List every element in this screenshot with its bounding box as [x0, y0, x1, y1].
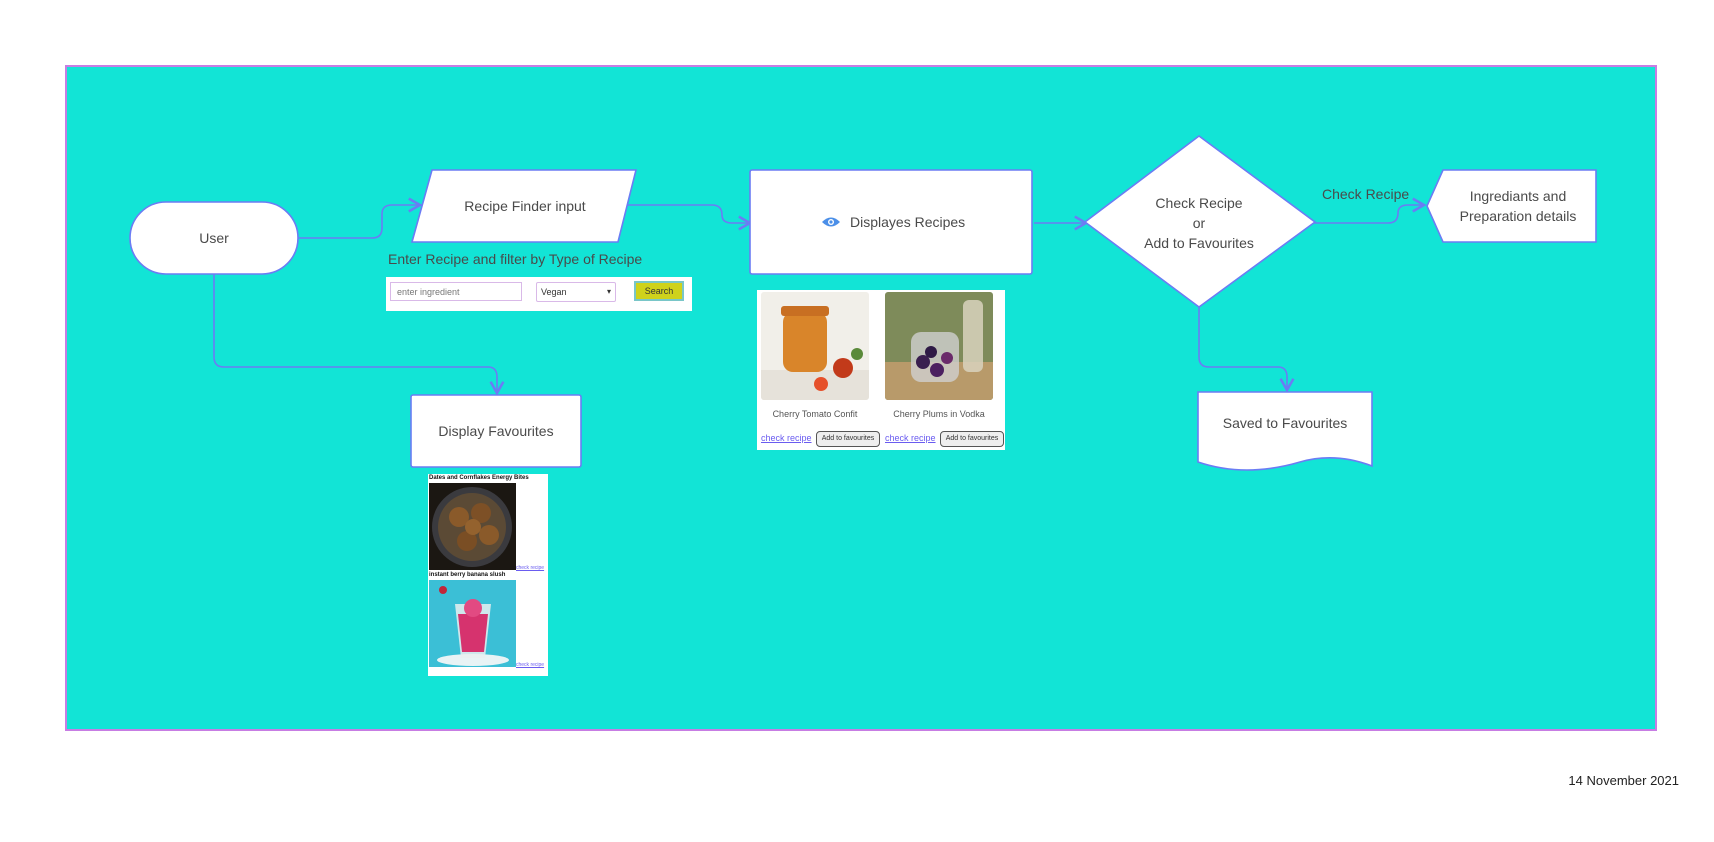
recipe-type-select[interactable]: Vegan ▾: [536, 282, 616, 302]
recipe-image: [885, 292, 993, 400]
favourite-image: [429, 483, 516, 570]
favourite-title: Dates and Cornflakes Energy Bites: [429, 475, 529, 481]
recipe-results-panel: Cherry Tomato Confit check recipe Add to…: [757, 290, 1005, 450]
displays-recipes-node: Displayes Recipes: [850, 170, 1032, 274]
recipe-type-value: Vegan: [541, 287, 567, 297]
display-favourites-node: Display Favourites: [438, 423, 554, 439]
ingredient-input[interactable]: enter ingredient: [390, 282, 522, 301]
chevron-down-icon: ▾: [606, 287, 611, 296]
search-button[interactable]: Search: [634, 281, 684, 301]
connector-decision-to-saved: [1198, 305, 1295, 393]
search-widget: enter ingredient Vegan ▾ Search: [386, 277, 692, 311]
decision-line-3: Add to Favourites: [1144, 235, 1254, 251]
footer-date: 14 November 2021: [1568, 773, 1679, 788]
recipe-finder-input-node: Recipe Finder input: [464, 198, 586, 214]
check-recipe-link[interactable]: check recipe: [885, 433, 936, 443]
favourite-check-recipe-link[interactable]: check recipe: [516, 565, 544, 571]
decision-line-1: Check Recipe: [1155, 195, 1243, 211]
connector-user-to-input: [298, 197, 423, 239]
ingredients-details-node: Ingrediants and Preparation details: [1440, 176, 1596, 236]
check-recipe-link[interactable]: check recipe: [761, 433, 812, 443]
details-line-1: Ingrediants and: [1469, 188, 1567, 204]
add-to-favourites-button[interactable]: Add to favourites: [940, 431, 1004, 447]
recipe-title: Cherry Tomato Confit: [772, 409, 858, 419]
decision-node: Check Recipe or Add to Favourites: [1110, 190, 1288, 256]
connector-input-to-display: [627, 204, 753, 231]
favourites-panel: Dates and Cornflakes Energy Bites check …: [428, 474, 548, 676]
recipe-image: [761, 292, 869, 400]
favourite-title: instant berry banana slush: [429, 572, 506, 578]
add-to-favourites-button[interactable]: Add to favourites: [816, 431, 880, 447]
decision-line-2: or: [1192, 215, 1206, 231]
connector-decision-to-details: [1312, 197, 1427, 224]
check-recipe-edge-label: Check Recipe: [1322, 186, 1410, 202]
user-node: User: [199, 230, 229, 246]
favourite-image: [429, 580, 516, 667]
recipe-card: Cherry Tomato Confit check recipe Add to…: [759, 290, 880, 450]
recipe-card: Cherry Plums in Vodka check recipe Add t…: [883, 290, 1004, 450]
favourite-check-recipe-link[interactable]: check recipe: [516, 662, 544, 668]
details-line-2: Preparation details: [1459, 208, 1577, 224]
saved-to-favourites-node: Saved to Favourites: [1222, 415, 1348, 431]
displays-recipes-label: Displayes Recipes: [850, 214, 966, 230]
recipe-title: Cherry Plums in Vodka: [893, 409, 985, 419]
filter-caption: Enter Recipe and filter by Type of Recip…: [388, 251, 643, 267]
